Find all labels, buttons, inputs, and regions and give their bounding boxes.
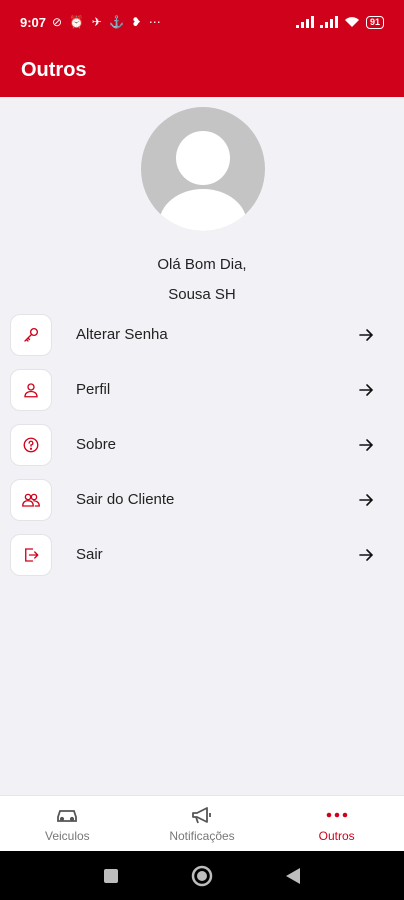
greeting-user-name: Sousa SH (168, 286, 236, 303)
arrow-right-icon (359, 548, 374, 561)
menu-list: Alterar Senha Perfil Sobre Sair do Clien… (10, 307, 394, 582)
greeting: Olá Bom Dia, Sousa SH (0, 250, 404, 310)
car-icon (55, 804, 79, 826)
users-icon (10, 478, 52, 521)
megaphone-icon (190, 804, 214, 826)
menu-item-alterar-senha[interactable]: Alterar Senha (10, 307, 394, 362)
app-bar: Outros (0, 44, 404, 97)
wifi-icon (344, 17, 359, 27)
menu-item-perfil[interactable]: Perfil (10, 362, 394, 417)
menu-item-label: Sair do Cliente (76, 491, 175, 508)
page-title: Outros (21, 59, 87, 81)
battery-indicator: 91 (365, 15, 384, 29)
menu-item-label: Alterar Senha (76, 326, 168, 343)
back-icon[interactable] (285, 867, 301, 885)
greeting-line-1: Olá Bom Dia, (157, 256, 247, 273)
menu-item-label: Sobre (76, 436, 117, 453)
status-bar: 9:07 ⊘ ⏰ ✈ ⚓ ❥ ⋯ 91 (0, 0, 404, 44)
arrow-right-icon (359, 438, 374, 451)
signal-icon (295, 16, 314, 28)
arrow-right-icon (359, 328, 374, 341)
avatar-body (159, 189, 247, 231)
home-icon[interactable] (191, 865, 213, 887)
nav-tab-notificacoes[interactable]: Notificações (135, 796, 270, 851)
key-icon (10, 313, 52, 356)
help-circle-icon (10, 423, 52, 466)
avatar-head (176, 131, 230, 185)
user-icon (10, 368, 52, 411)
menu-item-label: Sair (76, 546, 103, 563)
bottom-nav: Veiculos Notificações Outros (0, 795, 404, 851)
nav-tab-outros[interactable]: Outros (269, 796, 404, 851)
menu-item-sair[interactable]: Sair (10, 527, 394, 582)
menu-item-sobre[interactable]: Sobre (10, 417, 394, 472)
system-nav-bar (0, 851, 404, 900)
more-dots-icon (325, 804, 349, 826)
nav-tab-label: Veiculos (44, 829, 90, 843)
notification-icons: ⊘ ⏰ ✈ ⚓ ❥ ⋯ (52, 15, 163, 29)
status-time: 9:07 (20, 14, 47, 30)
nav-tab-label: Outros (318, 829, 355, 843)
signal-icon-2 (319, 16, 338, 28)
avatar[interactable] (141, 107, 265, 231)
menu-item-sair-do-cliente[interactable]: Sair do Cliente (10, 472, 394, 527)
menu-item-label: Perfil (76, 381, 111, 398)
arrow-right-icon (359, 493, 374, 506)
logout-icon (10, 533, 52, 576)
nav-tab-label: Notificações (169, 829, 235, 843)
arrow-right-icon (359, 383, 374, 396)
nav-tab-veiculos[interactable]: Veiculos (0, 796, 135, 851)
recents-icon[interactable] (103, 868, 119, 884)
